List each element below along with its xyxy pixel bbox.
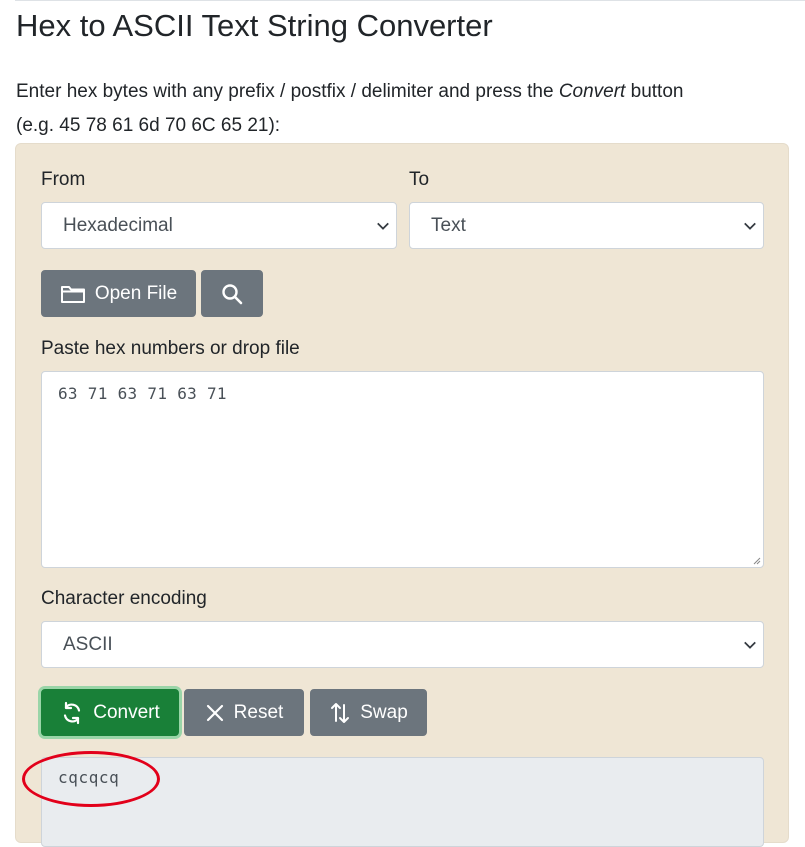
from-label: From	[41, 169, 86, 190]
resize-handle-icon[interactable]	[751, 555, 761, 565]
text-output-value: cqcqcq	[58, 768, 120, 787]
swap-button[interactable]: Swap	[310, 689, 427, 736]
swap-label: Swap	[360, 701, 408, 723]
intro-emphasis: Convert	[558, 81, 626, 102]
intro-before: Enter hex bytes with any prefix / postfi…	[16, 81, 559, 102]
top-divider	[15, 0, 805, 1]
to-select[interactable]: Text	[409, 202, 764, 249]
reset-button[interactable]: Reset	[184, 689, 304, 736]
chevron-down-icon	[744, 641, 756, 649]
close-icon	[206, 704, 223, 721]
folder-icon	[60, 285, 85, 303]
convert-button[interactable]: Convert	[41, 689, 179, 736]
open-file-button[interactable]: Open File	[41, 270, 196, 317]
refresh-icon	[64, 701, 81, 724]
text-output[interactable]: cqcqcq	[41, 757, 764, 847]
intro-after: button	[625, 81, 684, 102]
intro-line-1: Enter hex bytes with any prefix / postfi…	[16, 75, 683, 109]
intro-example: (e.g. 45 78 61 6d 70 6C 65 21):	[16, 115, 281, 136]
search-icon	[222, 283, 243, 304]
search-button[interactable]	[201, 270, 263, 317]
input-label: Paste hex numbers or drop file	[41, 338, 300, 359]
from-select-value: Hexadecimal	[63, 215, 173, 236]
convert-label: Convert	[93, 701, 160, 723]
chevron-down-icon	[377, 222, 389, 230]
encoding-select-value: ASCII	[63, 634, 113, 655]
to-label: To	[409, 169, 430, 190]
encoding-select[interactable]: ASCII	[41, 621, 764, 668]
intro-text: Enter hex bytes with any prefix / postfi…	[16, 75, 683, 143]
reset-label: Reset	[233, 701, 284, 723]
hex-input[interactable]: 63 71 63 71 63 71	[41, 371, 764, 568]
from-select[interactable]: Hexadecimal	[41, 202, 397, 249]
open-file-label: Open File	[94, 282, 178, 304]
swap-icon	[331, 702, 350, 723]
chevron-down-icon	[744, 222, 756, 230]
to-select-value: Text	[431, 215, 466, 236]
encoding-label: Character encoding	[41, 588, 207, 609]
hex-input-value: 63 71 63 71 63 71	[58, 384, 227, 403]
page-title: Hex to ASCII Text String Converter	[16, 8, 493, 43]
